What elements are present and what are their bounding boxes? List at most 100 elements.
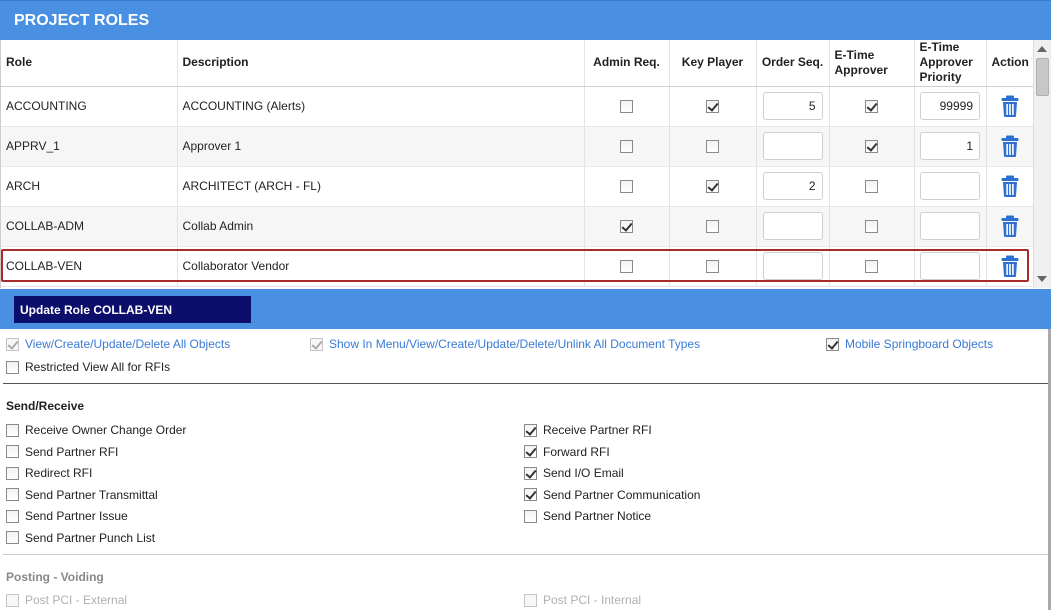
update-role-bar: Update Role COLLAB-VEN	[0, 289, 1051, 329]
permission-checkbox[interactable]	[6, 531, 19, 544]
table-row[interactable]: COLLAB-VEN Collaborator Vendor	[1, 246, 1035, 287]
admin-req-checkbox[interactable]	[620, 100, 633, 114]
action-cell	[986, 206, 1035, 247]
order-seq-cell	[756, 206, 830, 247]
col-header-key-player[interactable]: Key Player	[669, 40, 757, 87]
page-title: PROJECT ROLES	[14, 12, 150, 29]
permission-option[interactable]: Mobile Springboard Objects	[826, 337, 993, 351]
permission-option[interactable]: Receive Owner Change Order	[6, 423, 186, 437]
key-player-checkbox[interactable]	[706, 260, 719, 274]
update-role-title: Update Role COLLAB-VEN	[14, 296, 251, 323]
scrollbar-thumb[interactable]	[1036, 58, 1049, 96]
permission-label: View/Create/Update/Delete All Objects	[25, 337, 231, 351]
key-player-checkbox[interactable]	[706, 100, 719, 114]
permission-option[interactable]: Restricted View All for RFIs	[6, 360, 170, 374]
permission-checkbox[interactable]	[6, 445, 19, 458]
scroll-down-icon[interactable]	[1037, 276, 1047, 282]
trash-icon[interactable]	[1001, 215, 1019, 237]
table-row[interactable]: ACCOUNTING ACCOUNTING (Alerts)	[1, 86, 1035, 127]
permission-option[interactable]: Send I/O Email	[524, 466, 624, 480]
col-header-description[interactable]: Description	[177, 40, 585, 87]
order-seq-input[interactable]	[762, 252, 823, 280]
col-header-etime-approver[interactable]: E-Time Approver	[829, 40, 915, 87]
key-player-checkbox[interactable]	[706, 180, 719, 194]
col-header-etime-priority[interactable]: E-Time Approver Priority	[914, 40, 987, 87]
etime-approver-checkbox[interactable]	[865, 100, 878, 114]
order-seq-input[interactable]	[762, 132, 823, 160]
permission-checkbox[interactable]	[524, 466, 537, 480]
permission-option[interactable]: Send Partner Issue	[6, 509, 128, 523]
permission-checkbox[interactable]	[826, 337, 839, 351]
permission-checkbox[interactable]	[6, 423, 19, 437]
etime-approver-checkbox[interactable]	[865, 140, 878, 154]
permission-checkbox[interactable]	[524, 488, 537, 501]
key-player-checkbox[interactable]	[706, 220, 719, 234]
table-row[interactable]: COLLAB-ADM Collab Admin	[1, 206, 1035, 247]
table-row[interactable]: ARCH ARCHITECT (ARCH - FL)	[1, 166, 1035, 207]
trash-icon[interactable]	[1001, 255, 1019, 277]
permission-checkbox[interactable]	[6, 360, 19, 374]
order-seq-cell	[756, 246, 830, 287]
etime-priority-input[interactable]	[920, 132, 980, 160]
etime-approver-checkbox[interactable]	[865, 260, 878, 274]
permission-label: Send Partner Communication	[543, 487, 701, 502]
col-header-role[interactable]: Role	[1, 40, 178, 87]
key-player-cell	[669, 126, 757, 167]
order-seq-input[interactable]	[762, 212, 823, 240]
permission-checkbox[interactable]	[6, 466, 19, 480]
permission-checkbox[interactable]	[524, 509, 537, 523]
permission-checkbox[interactable]	[6, 488, 19, 501]
permission-checkbox[interactable]	[524, 445, 537, 458]
permission-option[interactable]: Send Partner Transmittal	[6, 488, 158, 502]
admin-req-checkbox[interactable]	[620, 140, 633, 154]
permission-option[interactable]: Send Partner RFI	[6, 445, 118, 459]
permission-option[interactable]: Forward RFI	[524, 445, 610, 459]
permission-label: Redirect RFI	[25, 466, 93, 480]
table-scrollbar[interactable]	[1033, 40, 1051, 288]
admin-req-checkbox[interactable]	[620, 260, 633, 274]
etime-approver-cell	[829, 86, 915, 127]
etime-priority-input[interactable]	[920, 92, 980, 120]
key-player-cell	[669, 246, 757, 287]
permission-option[interactable]: Receive Partner RFI	[524, 423, 652, 437]
permission-option[interactable]: Redirect RFI	[6, 466, 92, 480]
col-header-action: Action	[986, 40, 1035, 87]
role-cell: ACCOUNTING	[1, 86, 178, 127]
order-seq-input[interactable]	[762, 172, 823, 200]
scroll-up-icon[interactable]	[1037, 46, 1047, 52]
etime-priority-cell	[914, 166, 987, 207]
trash-icon[interactable]	[1001, 95, 1019, 117]
col-header-admin-req[interactable]: Admin Req.	[584, 40, 670, 87]
role-cell: COLLAB-VEN	[1, 246, 178, 287]
trash-icon[interactable]	[1001, 175, 1019, 197]
permission-checkbox[interactable]	[524, 423, 537, 437]
etime-approver-cell	[829, 206, 915, 247]
table-row[interactable]: APPRV_1 Approver 1	[1, 126, 1035, 167]
key-player-checkbox[interactable]	[706, 140, 719, 154]
admin-req-cell	[584, 246, 670, 287]
permission-option[interactable]: Send Partner Notice	[524, 509, 651, 523]
key-player-cell	[669, 86, 757, 127]
key-player-cell	[669, 166, 757, 207]
permission-option[interactable]: Send Partner Communication	[524, 488, 700, 502]
description-cell: Approver 1	[177, 126, 585, 167]
admin-req-cell	[584, 166, 670, 207]
admin-req-checkbox[interactable]	[620, 180, 633, 194]
col-header-order-seq[interactable]: Order Seq.	[756, 40, 830, 87]
admin-req-checkbox[interactable]	[620, 220, 633, 234]
permission-option: View/Create/Update/Delete All Objects	[6, 337, 230, 351]
etime-priority-input[interactable]	[920, 252, 980, 280]
etime-approver-checkbox[interactable]	[865, 220, 878, 234]
permission-checkbox[interactable]	[6, 509, 19, 523]
etime-approver-checkbox[interactable]	[865, 180, 878, 194]
section-divider-2	[3, 554, 1048, 555]
trash-icon[interactable]	[1001, 135, 1019, 157]
order-seq-input[interactable]	[762, 92, 823, 120]
section-divider	[3, 383, 1048, 384]
permission-option[interactable]: Send Partner Punch List	[6, 531, 155, 545]
etime-priority-input[interactable]	[920, 172, 980, 200]
admin-req-cell	[584, 86, 670, 127]
etime-priority-cell	[914, 206, 987, 247]
role-cell: APPRV_1	[1, 126, 178, 167]
etime-priority-input[interactable]	[920, 212, 980, 240]
